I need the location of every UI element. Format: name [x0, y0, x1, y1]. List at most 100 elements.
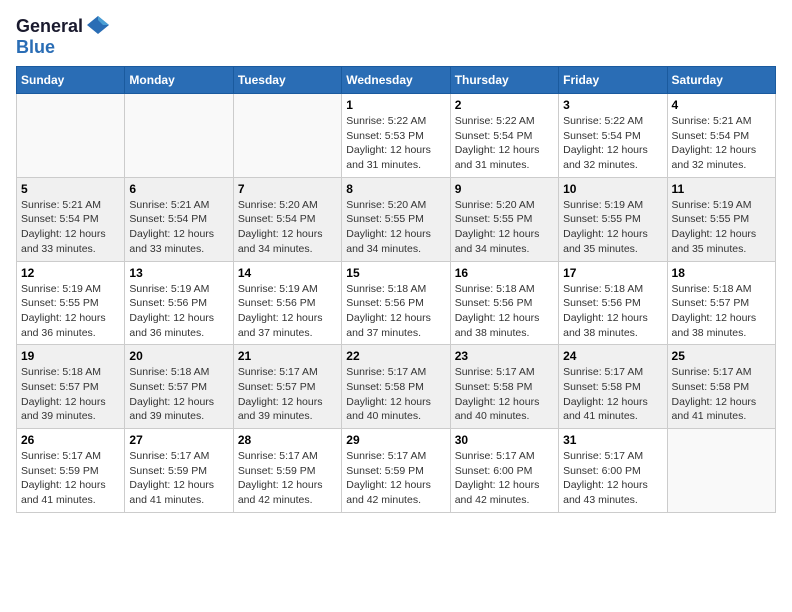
day-number: 26 [21, 433, 120, 447]
calendar-cell: 17Sunrise: 5:18 AM Sunset: 5:56 PM Dayli… [559, 261, 667, 345]
calendar-cell [17, 94, 125, 178]
calendar-cell: 24Sunrise: 5:17 AM Sunset: 5:58 PM Dayli… [559, 345, 667, 429]
calendar-cell: 3 Sunrise: 5:22 AM Sunset: 5:54 PM Daylig… [559, 94, 667, 178]
day-number: 2 [455, 98, 554, 112]
day-info: Sunrise: 5:18 AM Sunset: 5:57 PM Dayligh… [129, 365, 228, 424]
day-header-monday: Monday [125, 67, 233, 94]
day-info: Sunrise: 5:17 AM Sunset: 5:58 PM Dayligh… [455, 365, 554, 424]
day-number: 5 [21, 182, 120, 196]
day-info: Sunrise: 5:17 AM Sunset: 6:00 PM Dayligh… [563, 449, 662, 508]
header: General Blue [16, 16, 776, 58]
logo-icon [87, 14, 109, 36]
calendar-cell: 4 Sunrise: 5:21 AM Sunset: 5:54 PM Daylig… [667, 94, 775, 178]
day-info: Sunrise: 5:21 AM Sunset: 5:54 PM Dayligh… [21, 198, 120, 257]
calendar-cell: 6Sunrise: 5:21 AM Sunset: 5:54 PM Daylig… [125, 177, 233, 261]
day-info: Sunrise: 5:22 AM Sunset: 5:53 PM Dayligh… [346, 114, 445, 173]
calendar-cell: 31 Sunrise: 5:17 AM Sunset: 6:00 PM Dayli… [559, 429, 667, 513]
calendar-cell: 10 Sunrise: 5:19 AM Sunset: 5:55 PM Dayli… [559, 177, 667, 261]
day-info: Sunrise: 5:21 AM Sunset: 5:54 PM Dayligh… [672, 114, 771, 173]
day-number: 17 [563, 266, 662, 280]
day-header-tuesday: Tuesday [233, 67, 341, 94]
calendar-cell: 12 Sunrise: 5:19 AM Sunset: 5:55 PM Dayli… [17, 261, 125, 345]
day-info: Sunrise: 5:17 AM Sunset: 5:59 PM Dayligh… [129, 449, 228, 508]
day-number: 4 [672, 98, 771, 112]
day-info: Sunrise: 5:19 AM Sunset: 5:55 PM Dayligh… [672, 198, 771, 257]
day-number: 31 [563, 433, 662, 447]
calendar-cell: 11 Sunrise: 5:19 AM Sunset: 5:55 PM Dayli… [667, 177, 775, 261]
day-info: Sunrise: 5:20 AM Sunset: 5:55 PM Dayligh… [455, 198, 554, 257]
day-info: Sunrise: 5:19 AM Sunset: 5:56 PM Dayligh… [129, 282, 228, 341]
logo-blue: Blue [16, 37, 55, 57]
day-header-sunday: Sunday [17, 67, 125, 94]
calendar-cell: 23 Sunrise: 5:17 AM Sunset: 5:58 PM Dayli… [450, 345, 558, 429]
calendar-cell: 16Sunrise: 5:18 AM Sunset: 5:56 PM Dayli… [450, 261, 558, 345]
day-number: 18 [672, 266, 771, 280]
calendar-cell: 19Sunrise: 5:18 AM Sunset: 5:57 PM Dayli… [17, 345, 125, 429]
day-number: 13 [129, 266, 228, 280]
day-number: 15 [346, 266, 445, 280]
day-header-thursday: Thursday [450, 67, 558, 94]
day-info: Sunrise: 5:17 AM Sunset: 5:59 PM Dayligh… [21, 449, 120, 508]
calendar-cell: 21Sunrise: 5:17 AM Sunset: 5:57 PM Dayli… [233, 345, 341, 429]
calendar-week-row: 1 Sunrise: 5:22 AM Sunset: 5:53 PM Daylig… [17, 94, 776, 178]
calendar-cell: 7 Sunrise: 5:20 AM Sunset: 5:54 PM Daylig… [233, 177, 341, 261]
day-number: 16 [455, 266, 554, 280]
day-info: Sunrise: 5:22 AM Sunset: 5:54 PM Dayligh… [563, 114, 662, 173]
day-info: Sunrise: 5:18 AM Sunset: 5:57 PM Dayligh… [672, 282, 771, 341]
day-number: 30 [455, 433, 554, 447]
day-info: Sunrise: 5:17 AM Sunset: 5:57 PM Dayligh… [238, 365, 337, 424]
day-number: 1 [346, 98, 445, 112]
calendar-cell: 30 Sunrise: 5:17 AM Sunset: 6:00 PM Dayli… [450, 429, 558, 513]
calendar-cell [125, 94, 233, 178]
day-info: Sunrise: 5:17 AM Sunset: 5:59 PM Dayligh… [346, 449, 445, 508]
day-info: Sunrise: 5:18 AM Sunset: 5:56 PM Dayligh… [346, 282, 445, 341]
calendar-cell: 15 Sunrise: 5:18 AM Sunset: 5:56 PM Dayli… [342, 261, 450, 345]
day-info: Sunrise: 5:17 AM Sunset: 5:58 PM Dayligh… [563, 365, 662, 424]
calendar-cell: 27Sunrise: 5:17 AM Sunset: 5:59 PM Dayli… [125, 429, 233, 513]
day-number: 9 [455, 182, 554, 196]
day-number: 14 [238, 266, 337, 280]
day-number: 11 [672, 182, 771, 196]
day-info: Sunrise: 5:20 AM Sunset: 5:54 PM Dayligh… [238, 198, 337, 257]
day-info: Sunrise: 5:17 AM Sunset: 5:59 PM Dayligh… [238, 449, 337, 508]
calendar-cell: 18 Sunrise: 5:18 AM Sunset: 5:57 PM Dayli… [667, 261, 775, 345]
logo: General Blue [16, 16, 109, 58]
day-number: 12 [21, 266, 120, 280]
day-info: Sunrise: 5:19 AM Sunset: 5:55 PM Dayligh… [563, 198, 662, 257]
calendar-cell [667, 429, 775, 513]
calendar-week-row: 5 Sunrise: 5:21 AM Sunset: 5:54 PM Daylig… [17, 177, 776, 261]
calendar-cell: 1 Sunrise: 5:22 AM Sunset: 5:53 PM Daylig… [342, 94, 450, 178]
day-header-saturday: Saturday [667, 67, 775, 94]
day-number: 7 [238, 182, 337, 196]
calendar-table: SundayMondayTuesdayWednesdayThursdayFrid… [16, 66, 776, 513]
day-number: 3 [563, 98, 662, 112]
calendar-cell: 14 Sunrise: 5:19 AM Sunset: 5:56 PM Dayli… [233, 261, 341, 345]
day-header-friday: Friday [559, 67, 667, 94]
day-number: 19 [21, 349, 120, 363]
day-info: Sunrise: 5:17 AM Sunset: 6:00 PM Dayligh… [455, 449, 554, 508]
calendar-week-row: 26 Sunrise: 5:17 AM Sunset: 5:59 PM Dayli… [17, 429, 776, 513]
day-number: 10 [563, 182, 662, 196]
logo-general: General [16, 16, 83, 37]
day-info: Sunrise: 5:17 AM Sunset: 5:58 PM Dayligh… [672, 365, 771, 424]
calendar-cell: 5 Sunrise: 5:21 AM Sunset: 5:54 PM Daylig… [17, 177, 125, 261]
calendar-cell: 29 Sunrise: 5:17 AM Sunset: 5:59 PM Dayli… [342, 429, 450, 513]
calendar-cell: 28Sunrise: 5:17 AM Sunset: 5:59 PM Dayli… [233, 429, 341, 513]
calendar-week-row: 12 Sunrise: 5:19 AM Sunset: 5:55 PM Dayli… [17, 261, 776, 345]
day-info: Sunrise: 5:19 AM Sunset: 5:56 PM Dayligh… [238, 282, 337, 341]
day-info: Sunrise: 5:19 AM Sunset: 5:55 PM Dayligh… [21, 282, 120, 341]
calendar-cell: 13 Sunrise: 5:19 AM Sunset: 5:56 PM Dayli… [125, 261, 233, 345]
day-number: 23 [455, 349, 554, 363]
day-number: 22 [346, 349, 445, 363]
day-number: 20 [129, 349, 228, 363]
day-info: Sunrise: 5:22 AM Sunset: 5:54 PM Dayligh… [455, 114, 554, 173]
day-number: 29 [346, 433, 445, 447]
calendar-cell: 22 Sunrise: 5:17 AM Sunset: 5:58 PM Dayli… [342, 345, 450, 429]
day-number: 8 [346, 182, 445, 196]
calendar-cell: 20 Sunrise: 5:18 AM Sunset: 5:57 PM Dayli… [125, 345, 233, 429]
calendar-week-row: 19 Sunrise: 5:18 AM Sunset: 5:57 PM Dayli… [17, 345, 776, 429]
calendar-cell: 8Sunrise: 5:20 AM Sunset: 5:55 PM Daylig… [342, 177, 450, 261]
calendar-cell: 2 Sunrise: 5:22 AM Sunset: 5:54 PM Daylig… [450, 94, 558, 178]
day-info: Sunrise: 5:17 AM Sunset: 5:58 PM Dayligh… [346, 365, 445, 424]
calendar-cell: 26 Sunrise: 5:17 AM Sunset: 5:59 PM Dayli… [17, 429, 125, 513]
